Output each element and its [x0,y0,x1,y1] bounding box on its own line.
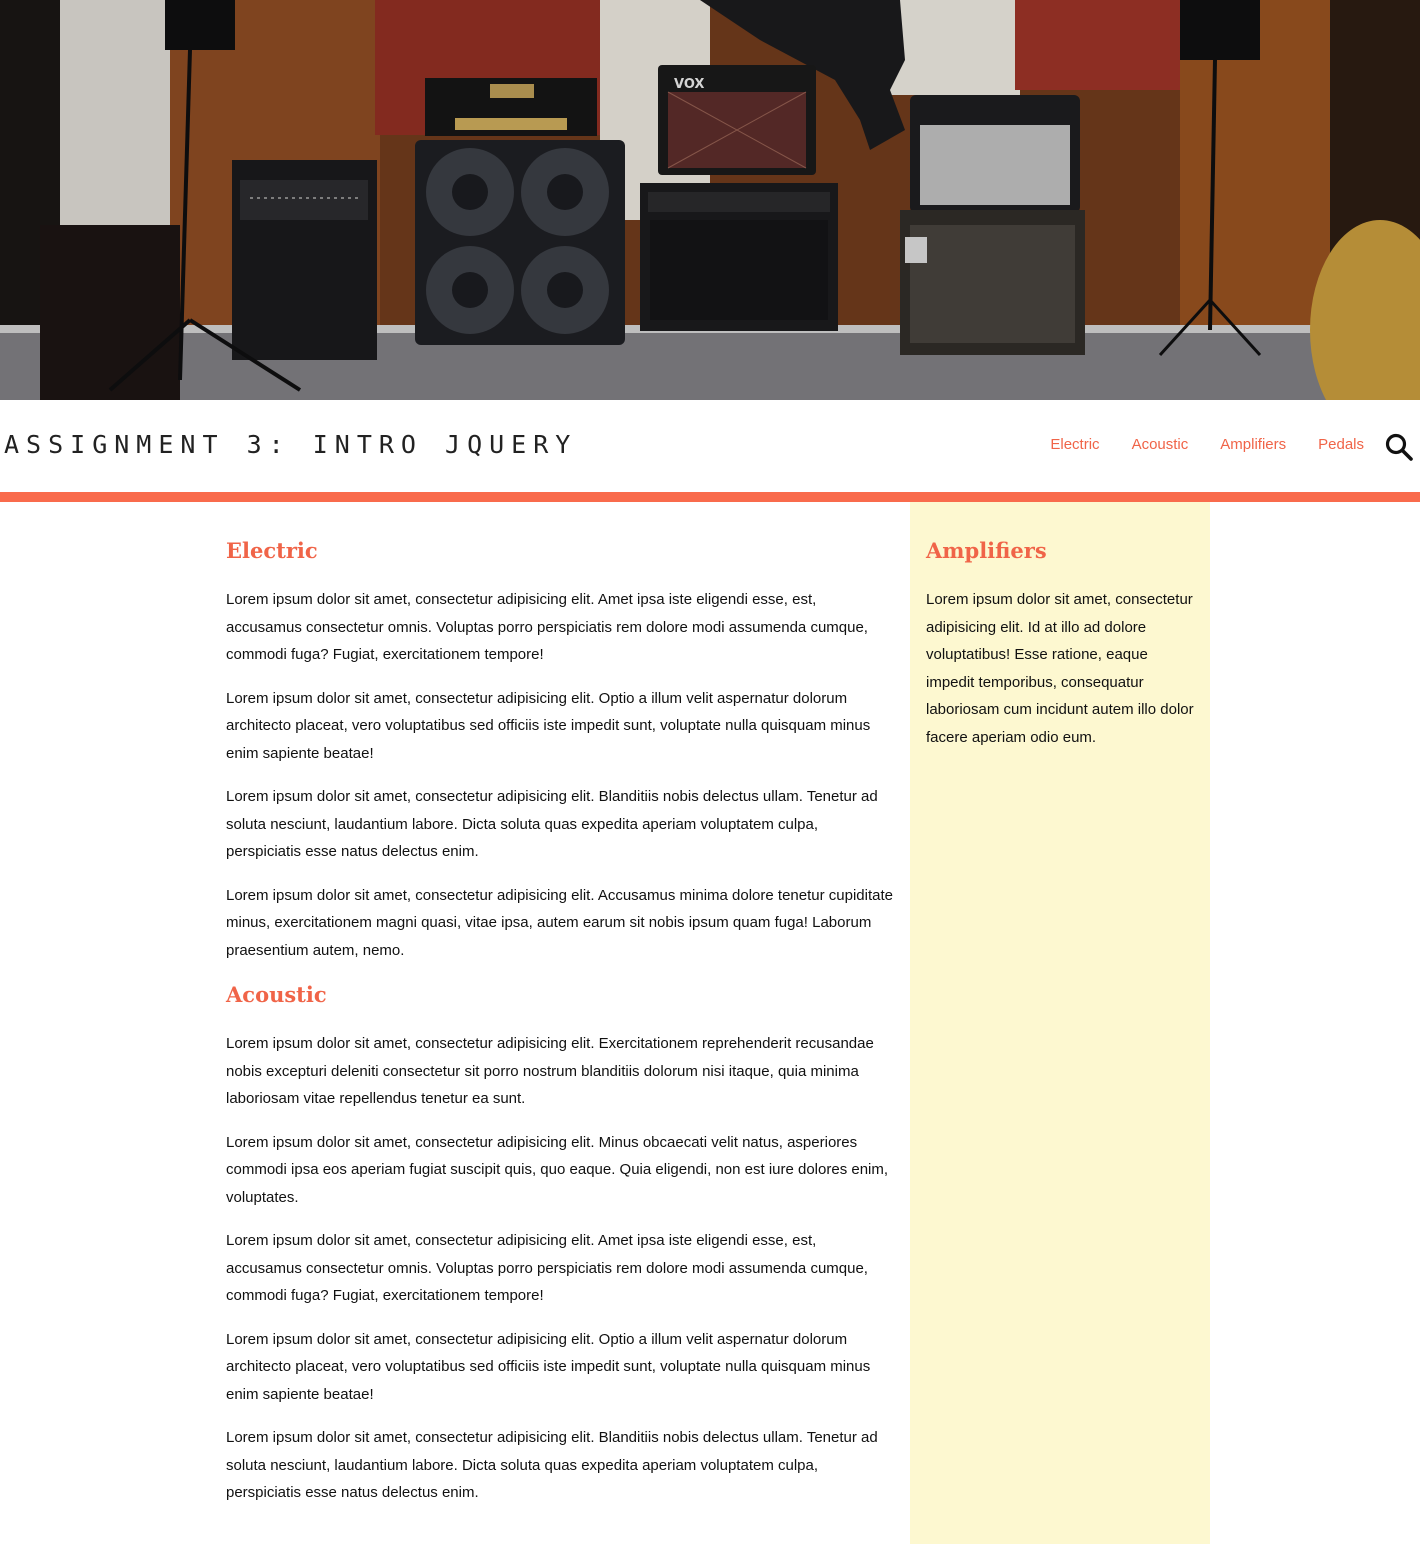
site-title: ASSIGNMENT 3: INTRO JQUERY [4,430,578,459]
paragraph: Lorem ipsum dolor sit amet, consectetur … [226,886,893,959]
sidebar-heading: Amplifiers [926,538,1047,563]
paragraph: Lorem ipsum dolor sit amet, consectetur … [226,1035,874,1107]
search-button[interactable] [1384,432,1414,462]
main-nav: Electric Acoustic Amplifiers Pedals [1018,436,1364,453]
paragraph: Lorem ipsum dolor sit amet, consectetur … [226,1232,868,1304]
paragraph: Lorem ipsum dolor sit amet, consectetur … [226,591,868,663]
nav-link-pedals[interactable]: Pedals [1318,436,1364,453]
main-content: Electric Lorem ipsum dolor sit amet, con… [226,502,896,1523]
search-icon [1385,433,1413,461]
nav-link-acoustic[interactable]: Acoustic [1132,436,1189,453]
sidebar-paragraph: Lorem ipsum dolor sit amet, consectetur … [926,591,1194,746]
hero-amplifiers-illustration: VOX [0,0,1420,400]
section-heading-acoustic: Acoustic [226,982,327,1007]
nav-link-amplifiers[interactable]: Amplifiers [1220,436,1286,453]
sidebar: Amplifiers Lorem ipsum dolor sit amet, c… [910,502,1210,1544]
paragraph: Lorem ipsum dolor sit amet, consectetur … [226,1133,889,1206]
paragraph: Lorem ipsum dolor sit amet, consectetur … [226,689,871,762]
paragraph: Lorem ipsum dolor sit amet, consectetur … [226,788,878,860]
paragraph: Lorem ipsum dolor sit amet, consectetur … [226,1429,878,1501]
nav-link-electric[interactable]: Electric [1050,436,1099,453]
header-divider [0,492,1420,502]
section-heading-electric: Electric [226,538,318,563]
paragraph: Lorem ipsum dolor sit amet, consectetur … [226,1330,871,1403]
hero-image: VOX [0,0,1420,400]
site-header: ASSIGNMENT 3: INTRO JQUERY Electric Acou… [0,400,1420,492]
